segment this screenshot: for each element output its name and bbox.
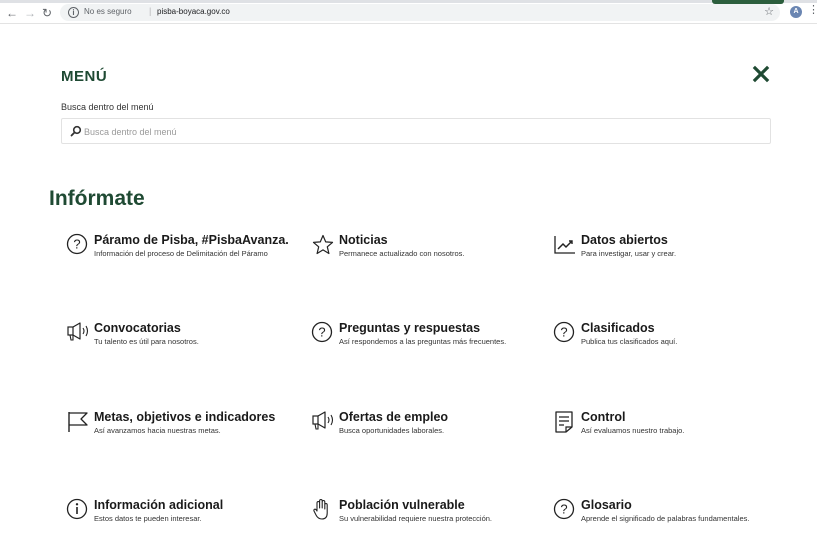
item-title: Información adicional xyxy=(94,498,224,512)
item-description: Tu talento es útil para nosotros. xyxy=(94,337,199,346)
item-title: Ofertas de empleo xyxy=(339,410,449,424)
section-title: Infórmate xyxy=(49,187,145,210)
svg-text:?: ? xyxy=(560,502,567,517)
profile-avatar[interactable]: A xyxy=(790,6,802,18)
megaphone-icon xyxy=(66,321,90,345)
hand-icon xyxy=(311,498,335,522)
search-label: Busca dentro del menú xyxy=(61,102,154,112)
trend-chart-icon xyxy=(553,233,577,257)
item-description: Así evaluamos nuestro trabajo. xyxy=(581,426,685,435)
security-status: No es seguro xyxy=(84,7,132,16)
svg-text:?: ? xyxy=(73,237,80,252)
info-icon[interactable]: i xyxy=(68,7,79,18)
menu-item-poblacion-vulnerable[interactable]: Población vulnerable Su vulnerabilidad r… xyxy=(311,498,556,535)
menu-title: MENÚ xyxy=(61,68,108,85)
divider: | xyxy=(149,6,152,16)
close-icon xyxy=(752,65,770,83)
flag-icon xyxy=(66,410,90,434)
question-circle-icon: ? xyxy=(311,321,335,345)
menu-item-convocatorias[interactable]: Convocatorias Tu talento es útil para no… xyxy=(66,321,311,369)
svg-text:?: ? xyxy=(560,325,567,340)
item-description: Así respondemos a las preguntas más frec… xyxy=(339,337,507,346)
menu-item-glosario[interactable]: ? Glosario Aprende el significado de pal… xyxy=(553,498,798,535)
item-description: Información del proceso de Delimitación … xyxy=(94,249,268,258)
back-arrow-icon[interactable]: ← xyxy=(6,7,18,19)
menu-item-informacion-adicional[interactable]: Información adicional Estos datos te pue… xyxy=(66,498,311,535)
bookmark-star-icon[interactable]: ☆ xyxy=(764,5,774,18)
search-icon xyxy=(70,125,82,137)
forward-arrow-icon[interactable]: → xyxy=(24,7,36,19)
item-title: Preguntas y respuestas xyxy=(339,321,481,335)
item-title: Páramo de Pisba, #PisbaAvanza. xyxy=(94,233,289,247)
search-input[interactable] xyxy=(84,124,684,139)
close-menu-button[interactable] xyxy=(750,63,772,85)
menu-item-noticias[interactable]: Noticias Permanece actualizado con nosot… xyxy=(311,233,556,281)
reload-icon[interactable]: ↻ xyxy=(42,7,52,19)
more-options-icon[interactable]: ⋮ xyxy=(808,5,817,16)
menu-item-datos-abiertos[interactable]: Datos abiertos Para investigar, usar y c… xyxy=(553,233,798,281)
item-description: Busca oportunidades laborales. xyxy=(339,426,445,435)
item-title: Población vulnerable xyxy=(339,498,465,512)
item-title: Control xyxy=(581,410,626,424)
item-description: Para investigar, usar y crear. xyxy=(581,249,677,258)
menu-item-clasificados[interactable]: ? Clasificados Publica tus clasificados … xyxy=(553,321,798,369)
item-description: Permanece actualizado con nosotros. xyxy=(339,249,465,258)
item-title: Metas, objetivos e indicadores xyxy=(94,410,276,424)
item-title: Convocatorias xyxy=(94,321,181,335)
menu-item-preguntas-respuestas[interactable]: ? Preguntas y respuestas Así respondemos… xyxy=(311,321,556,369)
item-title: Noticias xyxy=(339,233,388,247)
svg-text:?: ? xyxy=(318,325,325,340)
star-outline-icon xyxy=(311,233,335,257)
item-title: Glosario xyxy=(581,498,632,512)
question-circle-icon: ? xyxy=(553,321,577,345)
address-bar[interactable]: i No es seguro | pisba-boyaca.gov.co ☆ xyxy=(60,4,780,21)
item-description: Publica tus clasificados aquí. xyxy=(581,337,678,346)
menu-item-ofertas-empleo[interactable]: Ofertas de empleo Busca oportunidades la… xyxy=(311,410,556,458)
menu-item-control[interactable]: Control Así evaluamos nuestro trabajo. xyxy=(553,410,798,458)
item-title: Datos abiertos xyxy=(581,233,668,247)
item-description: Aprende el significado de palabras funda… xyxy=(581,514,750,523)
item-title: Clasificados xyxy=(581,321,655,335)
url-text[interactable]: pisba-boyaca.gov.co xyxy=(157,7,230,16)
question-circle-icon: ? xyxy=(553,498,577,522)
search-field[interactable] xyxy=(61,118,771,144)
tab-strip xyxy=(0,0,817,3)
menu-item-paramo-pisba[interactable]: ? Páramo de Pisba, #PisbaAvanza. Informa… xyxy=(66,233,311,281)
megaphone-icon xyxy=(311,410,335,434)
item-description: Estos datos te pueden interesar. xyxy=(94,514,202,523)
menu-item-metas-objetivos[interactable]: Metas, objetivos e indicadores Así avanz… xyxy=(66,410,311,458)
document-icon xyxy=(553,410,577,434)
info-circle-icon xyxy=(66,498,90,522)
browser-toolbar: ← → ↻ i No es seguro | pisba-boyaca.gov.… xyxy=(0,0,817,24)
item-description: Así avanzamos hacia nuestras metas. xyxy=(94,426,221,435)
question-circle-icon: ? xyxy=(66,233,90,257)
item-description: Su vulnerabilidad requiere nuestra prote… xyxy=(339,514,493,523)
